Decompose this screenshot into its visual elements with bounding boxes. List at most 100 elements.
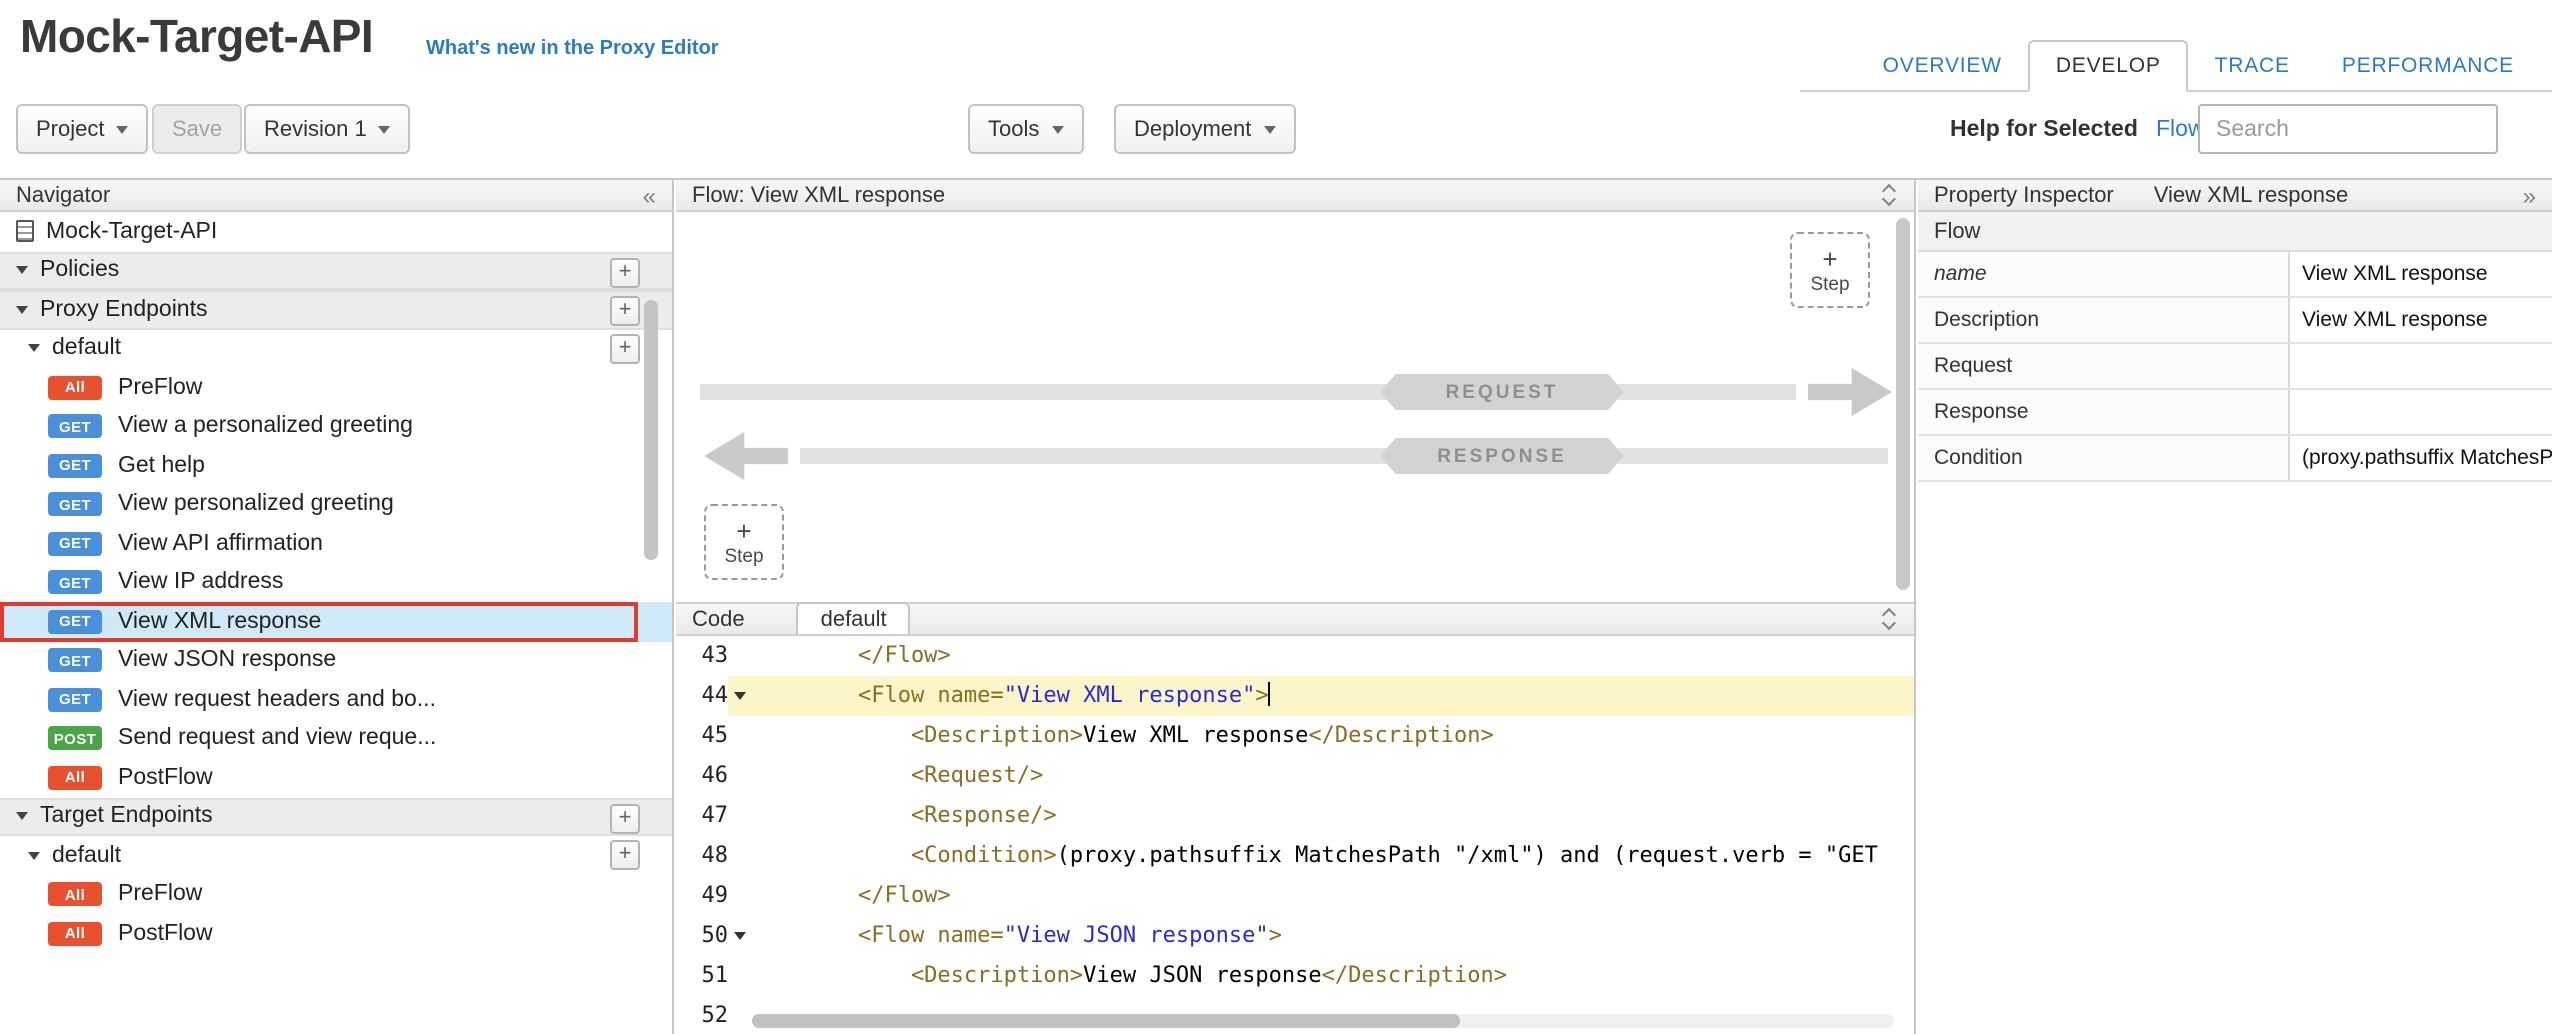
property-value[interactable] [2290, 344, 2552, 388]
property-value[interactable]: View XML response [2290, 298, 2552, 342]
line-number: 51 [676, 956, 728, 996]
code-token: <Flow name= [752, 682, 1004, 708]
code-tab-default[interactable]: default [797, 602, 911, 634]
add-button[interactable]: + [610, 803, 640, 833]
tab-overview[interactable]: OVERVIEW [1857, 42, 2028, 90]
save-button[interactable]: Save [152, 104, 242, 154]
code-line-47[interactable]: 47 <Response/> [676, 796, 1914, 836]
code-text: <Description>View XML response</Descript… [752, 716, 1914, 756]
fold-zone[interactable] [728, 676, 752, 716]
property-value[interactable]: View XML response [2290, 252, 2552, 296]
step-label: Step [724, 545, 763, 567]
collapse-navigator-icon[interactable]: « [643, 183, 656, 207]
flow-panel-collapse-icon[interactable] [1884, 186, 1898, 204]
method-badge-get: GET [48, 454, 102, 478]
fold-zone[interactable] [728, 916, 752, 956]
plus-icon: + [1822, 245, 1837, 271]
method-badge-get: GET [48, 571, 102, 595]
property-label: Request [1918, 344, 2290, 388]
code-line-46[interactable]: 46 <Request/> [676, 756, 1914, 796]
navigator-subsection-default[interactable]: default + [0, 329, 672, 368]
navigator-panel: Navigator « Mock-Target-APIPolicies+Prox… [0, 180, 674, 1034]
code-line-45[interactable]: 45 <Description>View XML response</Descr… [676, 716, 1914, 756]
tab-performance[interactable]: PERFORMANCE [2316, 42, 2540, 90]
code-horizontal-scrollbar-thumb[interactable] [752, 1014, 1460, 1028]
navigator-flow-get-help[interactable]: GET Get help [0, 446, 672, 485]
property-value[interactable]: (proxy.pathsuffix MatchesPath "/x [2290, 436, 2552, 480]
subsection-label: default [52, 337, 121, 361]
add-button[interactable]: + [610, 333, 640, 363]
method-badge-get: GET [48, 649, 102, 673]
property-row-name: nameView XML response [1918, 252, 2552, 298]
add-button[interactable]: + [610, 296, 640, 326]
navigator-flow-postflow[interactable]: AllPostFlow [0, 758, 672, 797]
search-input[interactable] [2198, 104, 2498, 154]
method-badge-get: GET [48, 610, 102, 634]
flow-label: Get help [118, 454, 205, 478]
navigator-flow-view-api-affirmation[interactable]: GETView API affirmation [0, 524, 672, 563]
code-token: <Flow name= [752, 922, 1004, 948]
code-line-50[interactable]: 50 <Flow name="View JSON response"> [676, 916, 1914, 956]
method-badge-all: All [48, 883, 102, 907]
navigator-flow-view-request-headers-and-bo[interactable]: GETView request headers and bo... [0, 680, 672, 719]
navigator-flow-view-json-response[interactable]: GET View JSON response [0, 641, 672, 680]
code-line-48[interactable]: 48 <Condition>(proxy.pathsuffix MatchesP… [676, 836, 1914, 876]
navigator-flow-view-personalized-greeting[interactable]: GETView personalized greeting [0, 485, 672, 524]
navigator-flow-preflow[interactable]: AllPreFlow [0, 875, 672, 914]
revision-button[interactable]: Revision 1 [244, 104, 411, 154]
navigator-flow-view-a-personalized-greeting[interactable]: GETView a personalized greeting [0, 407, 672, 446]
project-button[interactable]: Project [16, 104, 149, 154]
navigator-flow-postflow[interactable]: AllPostFlow [0, 914, 672, 953]
caret-down-icon [1051, 125, 1063, 133]
navigator-flow-preflow[interactable]: AllPreFlow [0, 368, 672, 407]
navigator-scrollbar[interactable] [644, 300, 658, 560]
add-button[interactable]: + [610, 840, 640, 870]
code-token: (proxy.pathsuffix MatchesPath "/xml") an… [1057, 842, 1878, 868]
code-text: </Flow> [752, 636, 1914, 676]
navigator-subsection-default[interactable]: default+ [0, 836, 672, 875]
code-lines: 43 </Flow>44 <Flow name="View XML respon… [676, 636, 1914, 1034]
code-panel-collapse-icon[interactable] [1884, 610, 1898, 628]
tools-button[interactable]: Tools [968, 104, 1083, 154]
method-badge-get: GET [48, 688, 102, 712]
line-number: 52 [676, 996, 728, 1034]
navigator-section-policies[interactable]: Policies+ [0, 251, 672, 290]
add-button[interactable]: + [610, 257, 640, 287]
navigator-flow-view-ip-address[interactable]: GETView IP address [0, 563, 672, 602]
code-line-43[interactable]: 43 </Flow> [676, 636, 1914, 676]
add-step-button-response[interactable]: + Step [704, 504, 784, 580]
navigator-section-target-endpoints[interactable]: Target Endpoints+ [0, 797, 672, 836]
property-row-description: DescriptionView XML response [1918, 298, 2552, 344]
flow-label: View JSON response [118, 649, 336, 673]
code-line-49[interactable]: 49 </Flow> [676, 876, 1914, 916]
navigator-items: Mock-Target-APIPolicies+Proxy Endpoints+… [0, 212, 672, 953]
fold-zone [728, 836, 752, 876]
deployment-button[interactable]: Deployment [1114, 104, 1295, 154]
tab-develop[interactable]: DEVELOP [2028, 40, 2189, 92]
plus-icon: + [736, 517, 751, 543]
code-token: <Condition> [752, 842, 1057, 868]
fold-arrow-icon [734, 932, 746, 940]
inspector-section-flow: Flow [1918, 212, 2552, 252]
collapse-triangle-icon [16, 306, 28, 314]
code-token: <Description> [752, 722, 1083, 748]
navigator-title: Navigator [16, 183, 110, 207]
code-line-44[interactable]: 44 <Flow name="View XML response"> [676, 676, 1914, 716]
flow-scrollbar[interactable] [1896, 218, 1910, 590]
help-for-selected-label: Help for Selected [1950, 104, 2138, 154]
navigator-item-mock-target-api[interactable]: Mock-Target-API [0, 212, 672, 251]
property-value[interactable] [2290, 390, 2552, 434]
deployment-button-label: Deployment [1134, 117, 1251, 141]
navigator-flow-send-request-and-view-reque[interactable]: POSTSend request and view reque... [0, 719, 672, 758]
add-step-button-request[interactable]: + Step [1790, 232, 1870, 308]
navigator-flow-view-xml-response[interactable]: GETView XML response [0, 602, 672, 641]
code-line-51[interactable]: 51 <Description>View JSON response</Desc… [676, 956, 1914, 996]
save-button-label: Save [172, 117, 222, 141]
navigator-section-proxy-endpoints[interactable]: Proxy Endpoints+ [0, 290, 672, 329]
whats-new-link[interactable]: What's new in the Proxy Editor [426, 38, 719, 60]
tab-trace[interactable]: TRACE [2189, 42, 2316, 90]
code-editor[interactable]: 43 </Flow>44 <Flow name="View XML respon… [676, 636, 1914, 1034]
fold-zone [728, 956, 752, 996]
code-token: > [1269, 922, 1282, 948]
expand-inspector-icon[interactable]: » [2523, 183, 2536, 207]
